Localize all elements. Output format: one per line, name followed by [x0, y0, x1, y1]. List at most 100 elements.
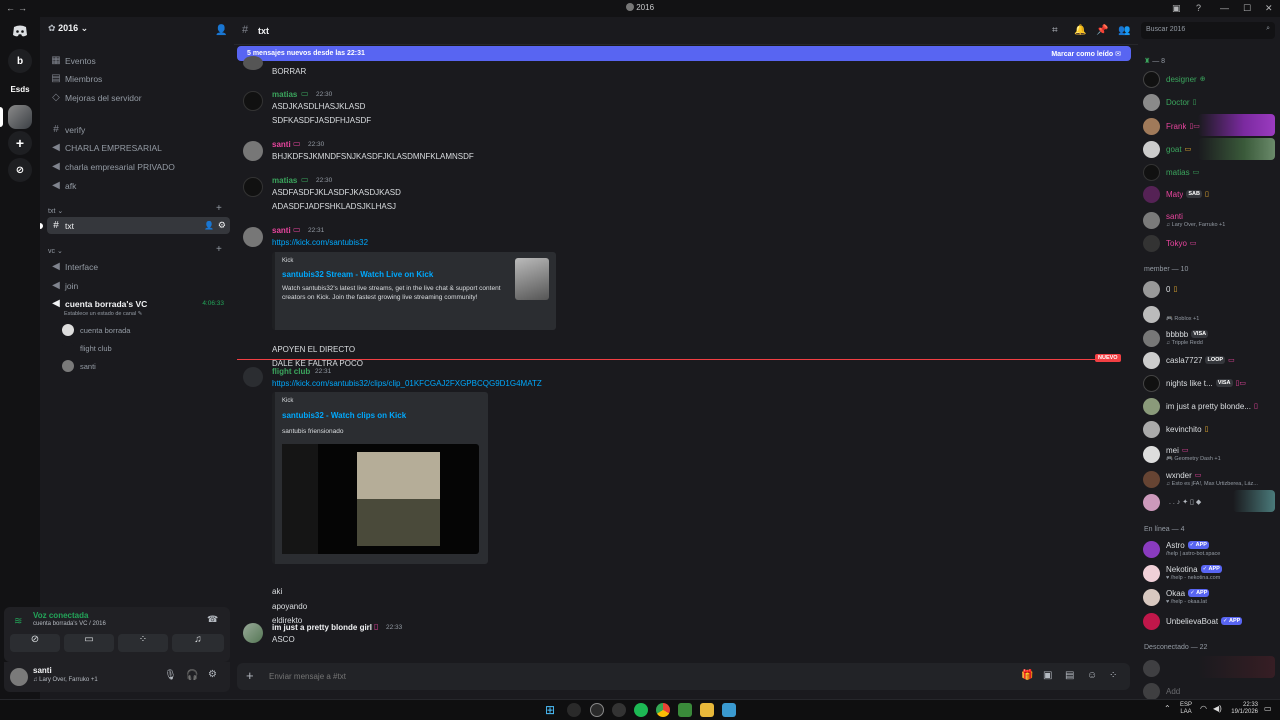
camera-off-button[interactable]: ⊘: [10, 634, 60, 652]
member-item[interactable]: kevinchito ▯: [1143, 418, 1277, 440]
message-author[interactable]: matias: [272, 90, 297, 99]
minecraft-icon[interactable]: [678, 703, 692, 717]
vc-user[interactable]: santi: [62, 358, 96, 374]
windows-start-icon[interactable]: ⊞: [545, 703, 559, 717]
boosts-item[interactable]: ◇ Mejoras del servidor: [47, 89, 230, 106]
embed-title[interactable]: santubis32 - Watch clips on Kick: [282, 411, 406, 420]
app-icon[interactable]: [567, 703, 581, 717]
server-2016-icon[interactable]: [8, 105, 32, 129]
emoji-icon[interactable]: ☺: [1087, 670, 1097, 681]
user-avatar[interactable]: [243, 91, 263, 111]
help-icon[interactable]: ?: [1196, 3, 1201, 13]
add-channel-icon[interactable]: +: [216, 203, 222, 214]
member-list-icon[interactable]: 👥: [1118, 25, 1130, 36]
gif-icon[interactable]: ▣: [1043, 670, 1052, 681]
category-txt[interactable]: txt ⌄: [48, 207, 63, 215]
mark-as-read-button[interactable]: Marcar como leído ✉: [1051, 50, 1121, 58]
channel-verify[interactable]: # verify: [47, 121, 230, 138]
close-icon[interactable]: ✕: [1265, 3, 1273, 14]
app-icon[interactable]: [612, 703, 626, 717]
member-item[interactable]: nights like t... VISA ▯▭: [1143, 372, 1277, 394]
message-author[interactable]: matias: [272, 176, 297, 185]
channel-txt[interactable]: # txt 👤 ⚙: [47, 217, 230, 234]
member-item[interactable]: Frank ▯▭: [1143, 115, 1277, 137]
member-item[interactable]: Doctor ▯: [1143, 91, 1277, 113]
channel-join[interactable]: ◀ join: [47, 277, 230, 294]
member-item[interactable]: matias ▭: [1143, 161, 1277, 183]
channel-afk[interactable]: ◀ afk: [47, 177, 230, 194]
embed-thumbnail[interactable]: [515, 258, 549, 300]
message-link[interactable]: https://kick.com/santubis32: [272, 238, 368, 247]
user-avatar[interactable]: [243, 177, 263, 197]
volume-icon[interactable]: ◀): [1213, 704, 1222, 713]
screen-share-button[interactable]: ▭: [64, 634, 114, 652]
member-item[interactable]: Tokyo ▭: [1143, 232, 1277, 254]
message-input[interactable]: [269, 669, 1009, 684]
spotify-icon[interactable]: [634, 703, 648, 717]
settings-gear-icon[interactable]: ⚙: [218, 220, 226, 231]
new-messages-bar[interactable]: 5 mensajes nuevos desde las 22:31 Marcar…: [237, 46, 1131, 61]
member-item[interactable]: Okaa ✓ APP ♥ /help - okaa.lat: [1143, 586, 1277, 608]
member-item[interactable]: . . ♪ ✦ ▯ ◆: [1143, 491, 1277, 513]
member-item[interactable]: wxnder ▭ ♫ Esto es jFA!, Max Urtizberea, L…: [1143, 468, 1277, 490]
language-indicator[interactable]: ESP LAA: [1180, 702, 1192, 716]
user-avatar[interactable]: [10, 668, 28, 686]
channel-interface[interactable]: ◀ Interface: [47, 258, 230, 275]
member-item[interactable]: Astro ✓ APP/help | astro-bot.space: [1143, 538, 1277, 560]
server-b-icon[interactable]: b: [8, 49, 32, 73]
add-channel-icon[interactable]: +: [216, 244, 222, 255]
pin-icon[interactable]: 📌: [1096, 25, 1108, 36]
notification-icon[interactable]: ▭: [1264, 704, 1272, 713]
app-icon[interactable]: [590, 703, 604, 717]
tray-chevron-icon[interactable]: ⌃: [1164, 704, 1171, 713]
message-author[interactable]: flight club: [272, 367, 310, 376]
clock[interactable]: 22:33 19/1/2026: [1230, 702, 1258, 716]
events-item[interactable]: ▦ Eventos: [47, 52, 230, 69]
threads-icon[interactable]: ⌗: [1052, 25, 1058, 36]
vc-user[interactable]: cuenta borrada: [62, 322, 130, 338]
member-item[interactable]: 0 ▯: [1143, 278, 1277, 300]
attach-plus-icon[interactable]: +: [246, 668, 254, 683]
embed-title[interactable]: santubis32 Stream - Watch Live on Kick: [282, 270, 433, 279]
channel-cuenta-borrada-vc[interactable]: ◀ cuenta borrada's VC 4:06:33: [47, 295, 230, 312]
invite-icon[interactable]: 👤: [204, 221, 214, 230]
chrome-icon[interactable]: [656, 703, 670, 717]
headphones-icon[interactable]: 🎧: [186, 670, 198, 681]
maximize-icon[interactable]: ☐: [1243, 3, 1251, 14]
server-name-header[interactable]: ✿ 2016 ⌄: [48, 23, 88, 34]
message-author[interactable]: santi: [272, 226, 291, 235]
server-esds-icon[interactable]: Esds: [8, 77, 32, 101]
members-item[interactable]: ▤ Miembros: [47, 70, 230, 87]
member-item[interactable]: mei ▭ 🎮 Geometry Dash +1: [1143, 443, 1277, 465]
add-server-icon[interactable]: +: [8, 131, 32, 155]
user-avatar[interactable]: [243, 141, 263, 161]
voice-location[interactable]: cuenta borrada's VC / 2016: [33, 621, 106, 627]
notepad-icon[interactable]: [722, 703, 736, 717]
microphone-icon[interactable]: 🎙: [164, 670, 177, 681]
discover-icon[interactable]: ⊘: [8, 158, 32, 182]
category-vc[interactable]: vc ⌄: [48, 247, 63, 255]
user-avatar[interactable]: [243, 227, 263, 247]
member-item[interactable]: im just a pretty blonde... ▯: [1143, 395, 1277, 417]
soundboard-button[interactable]: ♫: [172, 634, 224, 652]
member-item[interactable]: designer ⊕: [1143, 68, 1277, 90]
channel-charla-empresarial[interactable]: ◀ CHARLA EMPRESARIAL: [47, 139, 230, 156]
member-item[interactable]: goat ▭: [1143, 138, 1277, 160]
member-item[interactable]: casla7727 LOOP ▭: [1143, 349, 1277, 371]
member-item[interactable]: 🎮 Roblox +1: [1143, 303, 1277, 325]
wifi-icon[interactable]: ◠: [1200, 704, 1207, 713]
member-item[interactable]: bbbbb VISA ♫ Tripple Redd: [1143, 327, 1277, 349]
notification-bell-icon[interactable]: 🔔: [1074, 25, 1086, 36]
member-item[interactable]: [1143, 657, 1277, 679]
apps-icon[interactable]: ⁘: [1109, 670, 1117, 681]
user-avatar[interactable]: [243, 367, 263, 387]
embed-video-preview[interactable]: [282, 444, 479, 554]
vc-user[interactable]: flight club: [62, 340, 112, 356]
user-avatar[interactable]: [243, 56, 263, 70]
user-avatar[interactable]: [243, 623, 263, 643]
gift-icon[interactable]: 🎁: [1021, 670, 1033, 681]
message-author[interactable]: santi: [272, 140, 291, 149]
activities-button[interactable]: ⁘: [118, 634, 168, 652]
member-item[interactable]: UnbelievaBoat ✓ APP: [1143, 610, 1277, 632]
sticker-icon[interactable]: ▤: [1065, 670, 1074, 681]
